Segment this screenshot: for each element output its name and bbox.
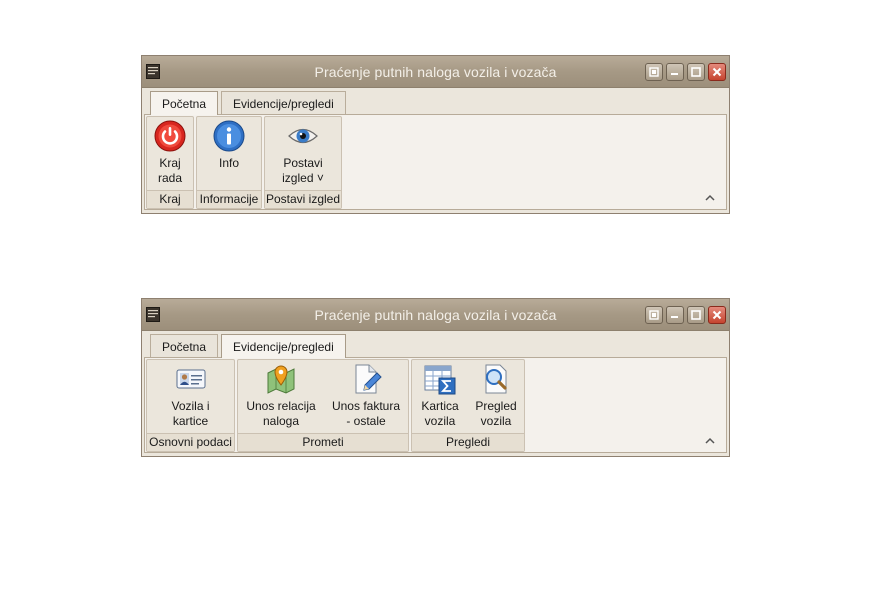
group-prometi: Unos relacija naloga Unos faktura - osta…	[237, 359, 409, 452]
info-button[interactable]: Info	[197, 120, 261, 171]
maximize-icon	[691, 67, 701, 77]
minimize-button[interactable]	[666, 306, 684, 324]
group-kraj: Kraj rada Kraj	[146, 116, 194, 209]
screen-icon	[649, 310, 659, 320]
vozila-i-kartice-button[interactable]: Vozila i kartice	[147, 363, 234, 429]
title-bar[interactable]: Praćenje putnih naloga vozila i vozača	[142, 56, 729, 88]
power-icon	[154, 120, 186, 152]
group-label-postavi-izgled: Postavi izgled	[265, 190, 341, 208]
table-sum-icon	[424, 365, 456, 395]
document-edit-icon	[355, 364, 382, 394]
unos-relacija-naloga-button[interactable]: Unos relacija naloga	[238, 363, 324, 429]
unos-relacija-label-line2: naloga	[262, 414, 300, 428]
info-label: Info	[218, 156, 239, 170]
group-label-kraj: Kraj	[147, 190, 193, 208]
maximize-button[interactable]	[687, 306, 705, 324]
kraj-rada-label-line1: Kraj	[159, 156, 181, 170]
pregled-vozila-button[interactable]: Pregled vozila	[468, 363, 524, 429]
close-button[interactable]	[708, 63, 726, 81]
group-label-informacije: Informacije	[197, 190, 261, 208]
eye-icon	[288, 128, 318, 144]
title-bar[interactable]: Praćenje putnih naloga vozila i vozača	[142, 299, 729, 331]
unos-faktura-ostale-button[interactable]: Unos faktura - ostale	[324, 363, 408, 429]
group-osnovni-podaci: Vozila i kartice Osnovni podaci	[146, 359, 235, 452]
pregled-vozila-label-line2: vozila	[480, 414, 512, 428]
group-label-osnovni-podaci: Osnovni podaci	[147, 433, 234, 451]
restore-layout-button[interactable]	[645, 63, 663, 81]
postavi-izgled-label-line2: izgled ˅	[282, 171, 324, 185]
map-pin-icon	[267, 365, 295, 394]
close-icon	[712, 310, 722, 320]
window-title: Praćenje putnih naloga vozila i vozača	[314, 64, 557, 80]
restore-layout-button[interactable]	[645, 306, 663, 324]
maximize-icon	[691, 310, 701, 320]
ribbon-tabs: Početna Evidencije/pregledi	[142, 88, 729, 115]
group-postavi-izgled: Postavi izgled ˅ Postavi izgled	[264, 116, 342, 209]
postavi-izgled-button[interactable]: Postavi izgled ˅	[265, 120, 341, 186]
tab-evidencije-pregledi[interactable]: Evidencije/pregledi	[221, 334, 346, 358]
pregled-vozila-label-line1: Pregled	[475, 399, 517, 413]
close-button[interactable]	[708, 306, 726, 324]
ribbon-tabs: Početna Evidencije/pregledi	[142, 331, 729, 358]
tab-pocetna[interactable]: Početna	[150, 91, 219, 115]
kartica-vozila-label-line1: Kartica	[421, 399, 459, 413]
minimize-icon	[671, 73, 678, 75]
group-pregledi: Kartica vozila Pregled vozila Pregledi	[411, 359, 525, 452]
postavi-izgled-label-line1: Postavi	[283, 156, 323, 170]
unos-faktura-label-line1: Unos faktura	[331, 399, 401, 413]
info-icon	[213, 120, 245, 152]
kartica-vozila-button[interactable]: Kartica vozila	[412, 363, 468, 429]
tab-evidencije-pregledi[interactable]: Evidencije/pregledi	[221, 91, 346, 114]
kraj-rada-button[interactable]: Kraj rada	[147, 120, 193, 186]
id-card-icon	[176, 369, 205, 389]
kartica-vozila-label-line2: vozila	[424, 414, 456, 428]
maximize-button[interactable]	[687, 63, 705, 81]
app-window-evidencije: Praćenje putnih naloga vozila i vozača P…	[141, 298, 730, 457]
ribbon-panel: Vozila i kartice Osnovni podaci Unos rel…	[144, 357, 727, 453]
app-window-home: Praćenje putnih naloga vozila i vozača P…	[141, 55, 730, 214]
collapse-ribbon-icon[interactable]	[704, 193, 716, 203]
ribbon-panel: Kraj rada Kraj Info Informacije Postavi …	[144, 114, 727, 210]
tab-pocetna[interactable]: Početna	[150, 334, 219, 357]
close-icon	[712, 67, 722, 77]
vozila-i-kartice-label-line1: Vozila i	[171, 399, 210, 413]
unos-faktura-label-line2: - ostale	[346, 414, 386, 428]
vozila-i-kartice-label-line2: kartice	[172, 414, 209, 428]
magnifier-document-icon	[485, 364, 507, 394]
kraj-rada-label-line2: rada	[157, 171, 183, 185]
minimize-button[interactable]	[666, 63, 684, 81]
window-title: Praćenje putnih naloga vozila i vozača	[314, 307, 557, 323]
collapse-ribbon-icon[interactable]	[704, 436, 716, 446]
minimize-icon	[671, 316, 678, 318]
screen-icon	[649, 67, 659, 77]
unos-relacija-label-line1: Unos relacija	[246, 399, 316, 413]
group-informacije: Info Informacije	[196, 116, 262, 209]
group-label-prometi: Prometi	[238, 433, 408, 451]
group-label-pregledi: Pregledi	[412, 433, 524, 451]
